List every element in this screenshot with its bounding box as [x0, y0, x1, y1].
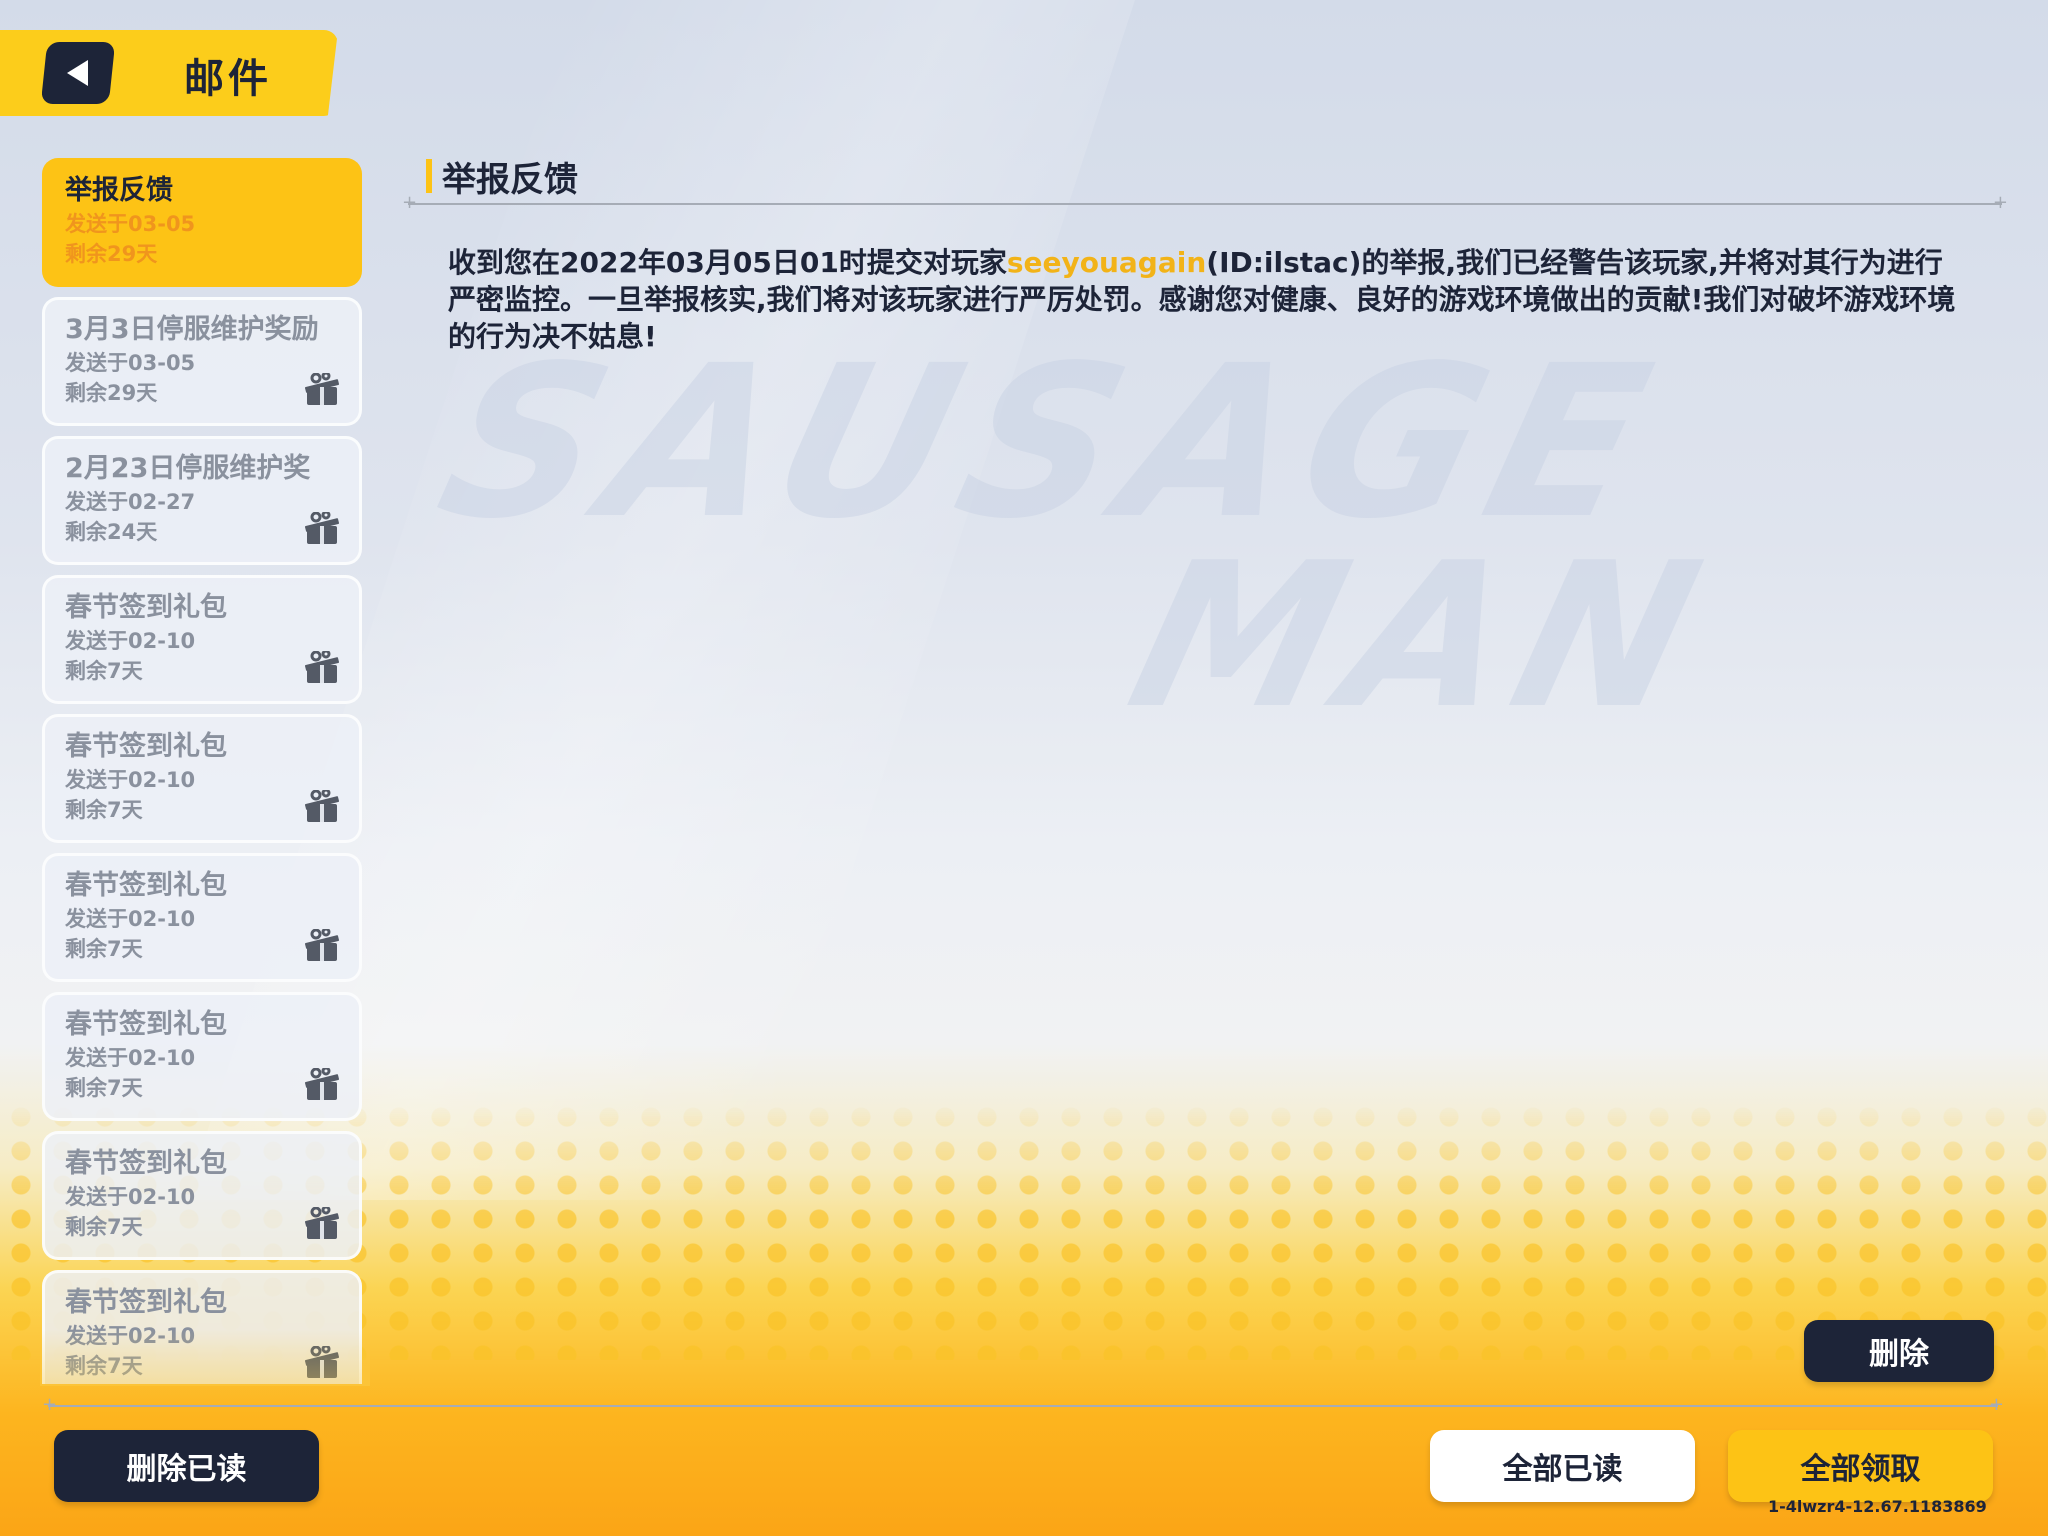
mail-item-title: 春节签到礼包 — [65, 592, 227, 623]
gift-icon — [305, 373, 339, 405]
content-divider-top: + + — [402, 192, 2008, 213]
claim-all-button[interactable]: 全部领取 — [1728, 1430, 1993, 1502]
bottom-divider: + + — [42, 1394, 2004, 1415]
mail-list-item[interactable]: 春节签到礼包 发送于02-10 剩余7天 — [42, 714, 362, 843]
mail-item-title: 春节签到礼包 — [65, 1287, 227, 1318]
mail-item-remaining: 剩余29天 — [65, 242, 158, 266]
mail-item-sent-date: 发送于03-05 — [65, 212, 196, 236]
mail-list-item[interactable]: 2月23日停服维护奖 发送于02-27 剩余24天 — [42, 436, 362, 565]
content-title-accent — [426, 159, 432, 193]
reported-player-name: seeyouagain — [1006, 246, 1207, 279]
mail-item-title: 3月3日停服维护奖励 — [65, 314, 319, 345]
mail-list[interactable]: 举报反馈 发送于03-05 剩余29天 3月3日停服维护奖励 发送于03-05 剩余29天… — [42, 158, 364, 1384]
mail-item-title: 春节签到礼包 — [65, 870, 227, 901]
version-label: 1-4lwzr4-12.67.1183869 — [1768, 1497, 1987, 1516]
delete-read-button[interactable]: 删除已读 — [54, 1430, 319, 1502]
mail-item-title: 春节签到礼包 — [65, 731, 227, 762]
mail-list-item[interactable]: 春节签到礼包 发送于02-10 剩余7天 — [42, 575, 362, 704]
mail-item-title: 2月23日停服维护奖 — [65, 453, 311, 484]
back-arrow-icon — [67, 60, 88, 86]
mail-item-title: 春节签到礼包 — [65, 1009, 227, 1040]
mail-item-title: 举报反馈 — [65, 175, 173, 206]
mail-header: 邮件 — [0, 30, 338, 116]
mail-content-title: 举报反馈 — [442, 160, 578, 200]
gift-icon — [305, 929, 339, 961]
gift-icon — [305, 790, 339, 822]
gift-icon — [305, 1207, 339, 1239]
gift-icon — [305, 1068, 339, 1100]
gift-icon — [305, 1346, 339, 1378]
delete-button[interactable]: 删除 — [1804, 1320, 1994, 1382]
mail-list-item[interactable]: 举报反馈发送于03-05 剩余29天 — [42, 158, 362, 287]
body-text-before: 收到您在2022年03月05日01时提交对玩家 — [448, 246, 1007, 279]
mail-item-title: 春节签到礼包 — [65, 1148, 227, 1179]
mail-list-item[interactable]: 春节签到礼包 发送于02-10 剩余7天 — [42, 992, 362, 1121]
gift-icon — [305, 651, 339, 683]
page-title: 邮件 — [184, 56, 272, 102]
mail-list-item[interactable]: 春节签到礼包 发送于02-10 剩余7天 — [42, 1270, 362, 1384]
mail-content-body: 收到您在2022年03月05日01时提交对玩家seeyouagain(ID:il… — [448, 244, 1968, 355]
read-all-button[interactable]: 全部已读 — [1430, 1430, 1695, 1502]
gift-icon — [305, 512, 339, 544]
watermark-man: MAN — [1110, 520, 1733, 753]
mail-list-item[interactable]: 3月3日停服维护奖励 发送于03-05 剩余29天 — [42, 297, 362, 426]
mail-list-item[interactable]: 春节签到礼包 发送于02-10 剩余7天 — [42, 853, 362, 982]
mail-list-item[interactable]: 春节签到礼包 发送于02-10 剩余7天 — [42, 1131, 362, 1260]
back-button[interactable] — [40, 42, 116, 104]
